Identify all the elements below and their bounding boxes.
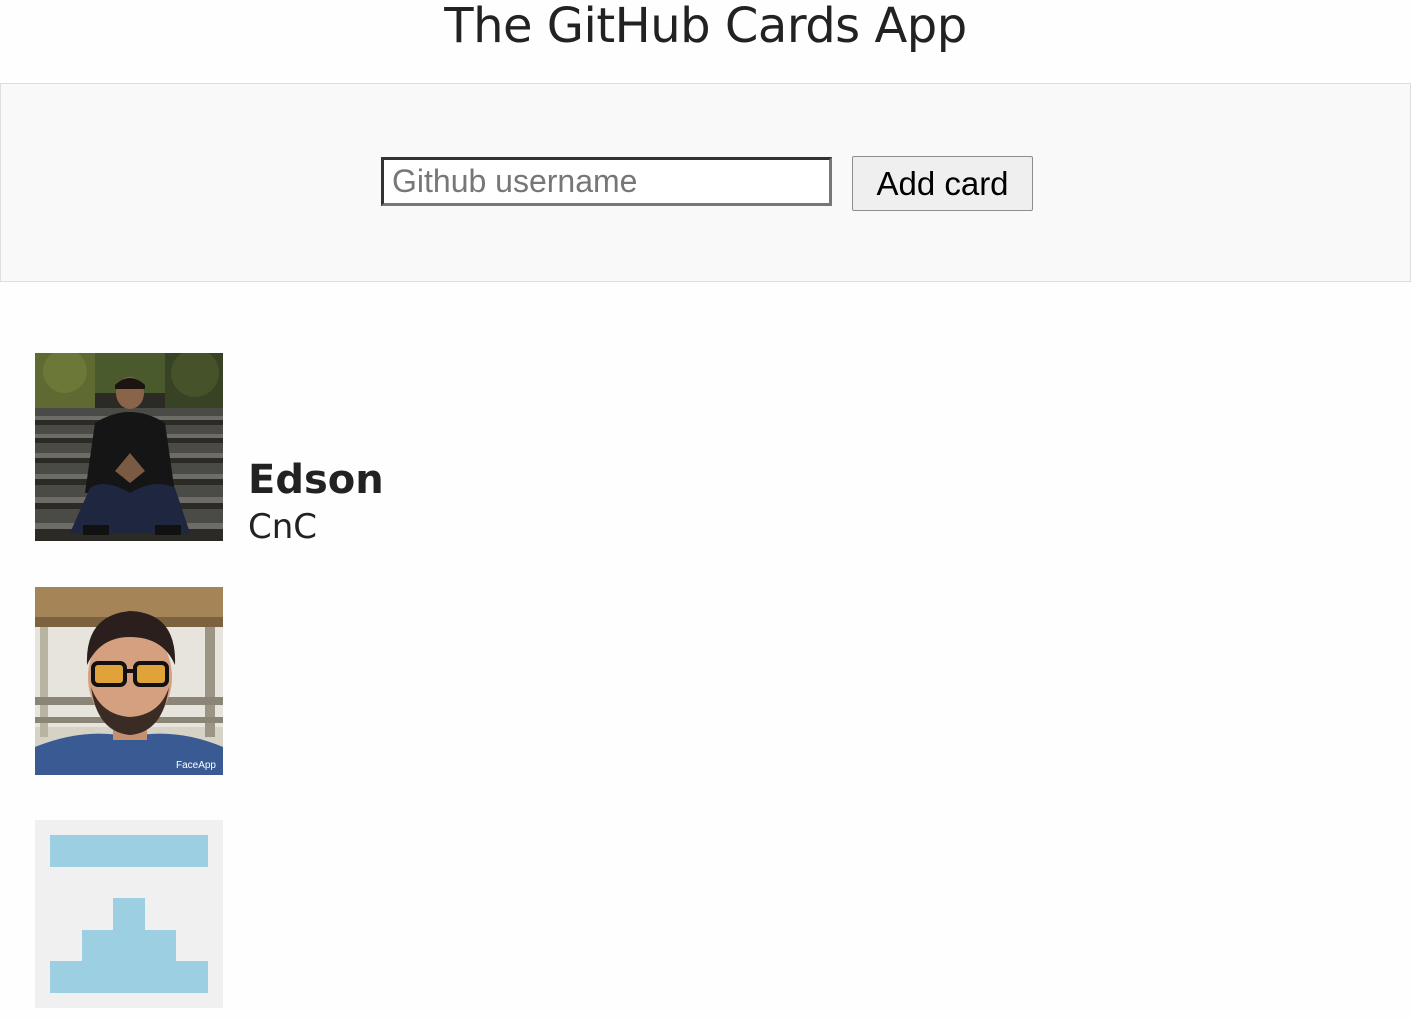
identicon-icon [35,820,223,1008]
app-title: The GitHub Cards App [444,0,967,54]
avatar-watermark: FaceApp [176,760,216,771]
github-username-input[interactable] [381,157,832,206]
profile-card: FaceApp [35,587,1375,777]
card-info: Edson CnC [248,455,384,549]
add-card-button[interactable]: Add card [852,156,1033,211]
avatar-photo-icon: FaceApp [35,587,223,775]
profile-card [35,820,1375,1010]
profile-card: Edson CnC [35,353,1375,547]
profile-name: Edson [248,457,384,503]
add-card-form: Add card [0,83,1411,282]
avatar [35,353,223,541]
avatar-photo-icon [35,353,223,541]
avatar: FaceApp [35,587,223,775]
profile-company: CnC [248,507,318,547]
avatar [35,820,223,1008]
app-header: The GitHub Cards App [0,0,1411,60]
